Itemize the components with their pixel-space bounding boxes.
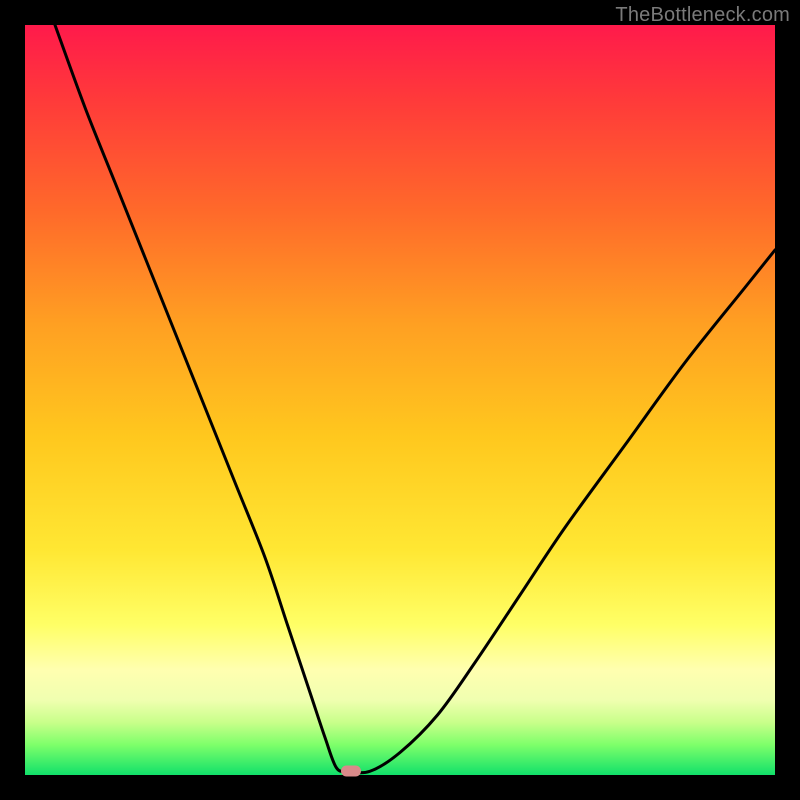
watermark-text: TheBottleneck.com bbox=[615, 4, 790, 27]
bottleneck-curve bbox=[25, 25, 775, 775]
chart-frame: TheBottleneck.com bbox=[0, 0, 800, 800]
plot-area bbox=[25, 25, 775, 775]
optimal-point-marker bbox=[341, 766, 361, 777]
